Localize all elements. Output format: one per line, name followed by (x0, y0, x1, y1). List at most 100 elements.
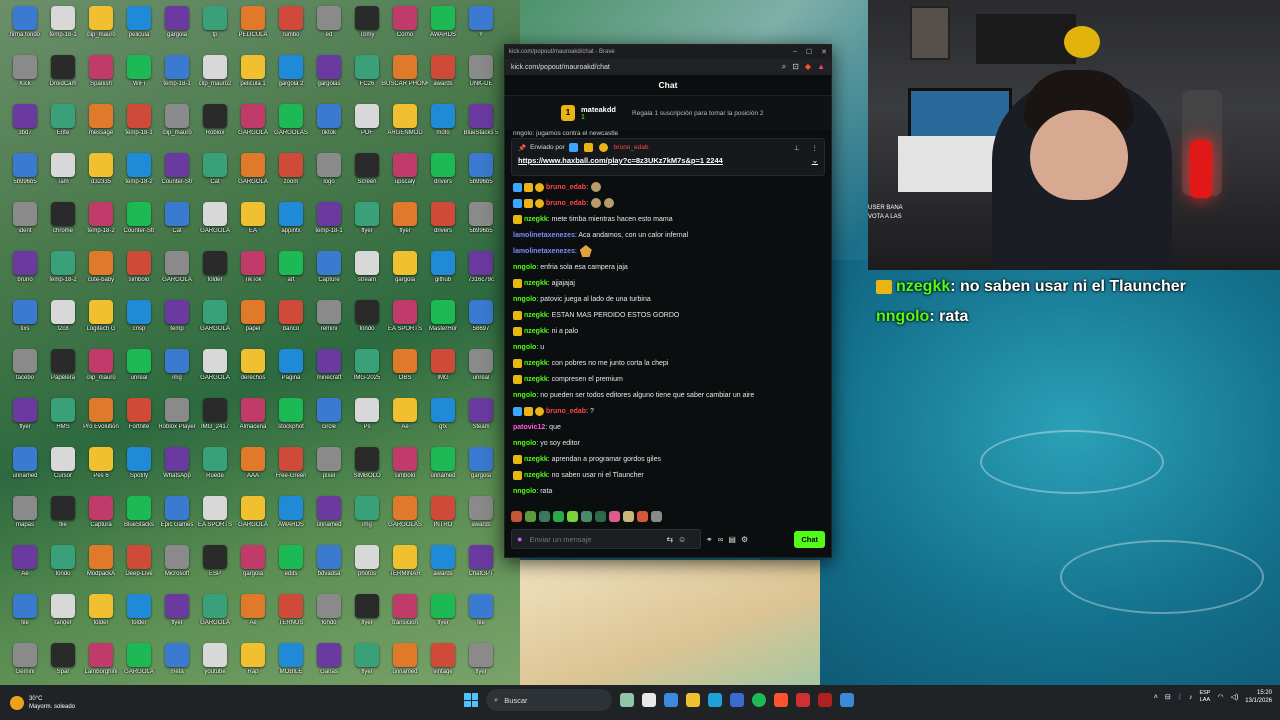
chat-input[interactable] (527, 533, 662, 545)
desktop-icon[interactable]: Y (458, 6, 504, 54)
pinned-link[interactable]: https://www.haxball.com/play?c=8z3UKz7kM… (518, 156, 723, 165)
chat-input-box[interactable]: ● ⇆ ☺ (511, 529, 701, 549)
copilot-icon[interactable] (664, 693, 678, 707)
chat-username[interactable]: nzegkk (524, 280, 548, 287)
chat-username[interactable]: nngolo (513, 488, 536, 495)
chat-username[interactable]: nzegkk (524, 328, 548, 335)
chat-message[interactable]: nzegkk: aprendan a programar gordos gile… (513, 451, 823, 467)
pinned-message[interactable]: 📌 Enviado por bruno_edab ⊥ ⋮ https://www… (511, 138, 825, 176)
chat-username[interactable]: nzegkk (524, 456, 548, 463)
chat-message[interactable]: patovic12: que (513, 419, 823, 435)
emote-icon[interactable] (553, 511, 564, 522)
network-icon[interactable]: ⊟ (1165, 693, 1171, 701)
chevron-down-icon[interactable]: ⌄ (812, 156, 818, 165)
desktop-icon[interactable]: 5b996b5 (458, 153, 504, 201)
settings-icon[interactable]: ⚙ (741, 535, 748, 544)
chat-message[interactable]: nzegkk: no saben usar ni el Tlauncher (513, 467, 823, 483)
obs-icon[interactable] (796, 693, 810, 707)
task-view-icon[interactable] (642, 693, 656, 707)
chat-message[interactable]: nngolo: patovic juega al lado de una tur… (513, 291, 823, 307)
desktop-icon[interactable]: UNK-DE (458, 55, 504, 103)
emoji-icon[interactable]: ☺ (678, 535, 686, 544)
chat-username[interactable]: patovic12 (513, 424, 545, 431)
chat-message-list[interactable]: bruno_edab: bruno_edab: nzegkk: mete timba… (505, 176, 831, 499)
chat-username[interactable]: nngolo (513, 296, 536, 303)
emote-icon[interactable] (511, 511, 522, 522)
top-gifter-banner[interactable]: 1 mateakdd 1 Regala 1 suscripción para t… (505, 96, 831, 130)
chat-message[interactable]: lamolinetaxenezes: Aca andamos, con un c… (513, 227, 823, 243)
unpin-icon[interactable]: ⊥ (794, 144, 800, 152)
infinity-icon[interactable]: ∞ (718, 535, 724, 544)
chat-message[interactable]: nngolo: rata (513, 483, 823, 499)
translate-icon[interactable]: ⇆ (666, 535, 673, 544)
chat-message[interactable]: nzegkk: con pobres no me junto corta la … (513, 355, 823, 371)
emote-icon[interactable] (525, 511, 536, 522)
chat-username[interactable]: lamolinetaxenezes (513, 232, 575, 239)
brave-shield-icon[interactable]: ◆ (805, 62, 811, 72)
chat-message[interactable]: nzegkk: ni a palo (513, 323, 823, 339)
emote-icon[interactable] (651, 511, 662, 522)
gift-icon[interactable]: ⚭ (706, 535, 713, 544)
chat-username[interactable]: bruno_edab (546, 184, 586, 191)
maximize-icon[interactable]: ☐ (806, 48, 812, 56)
recording-app-icon[interactable] (818, 693, 832, 707)
clock[interactable]: 15:20 13/1/2026 (1245, 689, 1272, 705)
taskbar-search[interactable]: ⌕ Buscar (486, 689, 612, 711)
desktop-icon[interactable]: flyer (458, 643, 504, 691)
emote-icon[interactable] (637, 511, 648, 522)
emote-icon[interactable] (539, 511, 550, 522)
close-icon[interactable]: ✕ (821, 48, 827, 56)
steam-icon[interactable] (840, 693, 854, 707)
emote-icon[interactable] (623, 511, 634, 522)
desktop-icon[interactable]: 5b996b5 (458, 202, 504, 250)
url-text[interactable]: kick.com/popout/mauroakd/chat (511, 64, 610, 71)
more-options-icon[interactable]: ⋮ (812, 144, 819, 152)
chat-message[interactable]: nngolo: no pueden ser todos editores alg… (513, 387, 823, 403)
chat-username[interactable]: nngolo (513, 344, 536, 351)
file-explorer-icon[interactable] (686, 693, 700, 707)
desktop-icon[interactable]: Steam (458, 398, 504, 446)
chat-message[interactable]: nngolo: enfria sola esa campera jaja (513, 259, 823, 275)
bluetooth-icon[interactable]: ᛒ (1178, 694, 1182, 701)
emote-icon[interactable] (595, 511, 606, 522)
chat-username[interactable]: nzegkk (524, 376, 548, 383)
send-chat-button[interactable]: Chat (794, 530, 825, 548)
wifi-icon[interactable]: ◠ (1217, 693, 1223, 701)
microphone-icon[interactable]: ● (517, 534, 522, 544)
chat-username[interactable]: nngolo (513, 264, 536, 271)
pinned-user[interactable]: bruno_edab (614, 144, 649, 151)
chat-username[interactable]: nngolo (513, 392, 536, 399)
emote-icon[interactable] (581, 511, 592, 522)
chat-message[interactable]: bruno_edab: (513, 179, 823, 195)
brave-icon[interactable] (774, 693, 788, 707)
desktop-icon[interactable]: file (458, 594, 504, 642)
emote-icon[interactable] (567, 511, 578, 522)
chat-message[interactable]: nngolo: yo soy editor (513, 435, 823, 451)
desktop-icon[interactable]: BlueStacks 5 (458, 104, 504, 152)
language-indicator[interactable]: ESP LAA (1199, 690, 1210, 704)
chat-message[interactable]: nngolo: u (513, 339, 823, 355)
chat-message[interactable]: nzegkk: mete timba mientras hacen esto m… (513, 211, 823, 227)
share-icon[interactable]: ⊡ (792, 62, 799, 72)
chat-username[interactable]: lamolinetaxenezes (513, 248, 575, 255)
zoom-icon[interactable]: ⌕ (782, 62, 786, 72)
windows-start-icon[interactable] (464, 693, 478, 707)
desktop-icon[interactable]: 7316c79c (458, 251, 504, 299)
desktop-icon[interactable]: gargola (458, 447, 504, 495)
chat-message[interactable]: nzegkk: ESTAN MAS PERDIDO ESTOS GORDO (513, 307, 823, 323)
widget-landscape-icon[interactable] (620, 693, 634, 707)
minimize-icon[interactable]: – (793, 48, 797, 56)
address-bar[interactable]: kick.com/popout/mauroakd/chat ⌕ ⊡ ◆ ▲ (505, 59, 831, 75)
chat-message[interactable]: lamolinetaxenezes: (513, 243, 823, 259)
desktop-icon[interactable]: awards (458, 496, 504, 544)
store-app-icon[interactable] (730, 693, 744, 707)
volume-icon[interactable]: ◁) (1231, 693, 1239, 701)
store-icon[interactable]: ▤ (728, 535, 736, 544)
desktop-icon[interactable]: ChatGPT (458, 545, 504, 593)
chat-message[interactable]: bruno_edab: (513, 195, 823, 211)
chat-message[interactable]: bruno_edab: ? (513, 403, 823, 419)
chat-username[interactable]: bruno_edab (546, 408, 586, 415)
chat-username[interactable]: nzegkk (524, 360, 548, 367)
emote-icon[interactable] (609, 511, 620, 522)
chat-message[interactable]: nzegkk: compresen el premium (513, 371, 823, 387)
